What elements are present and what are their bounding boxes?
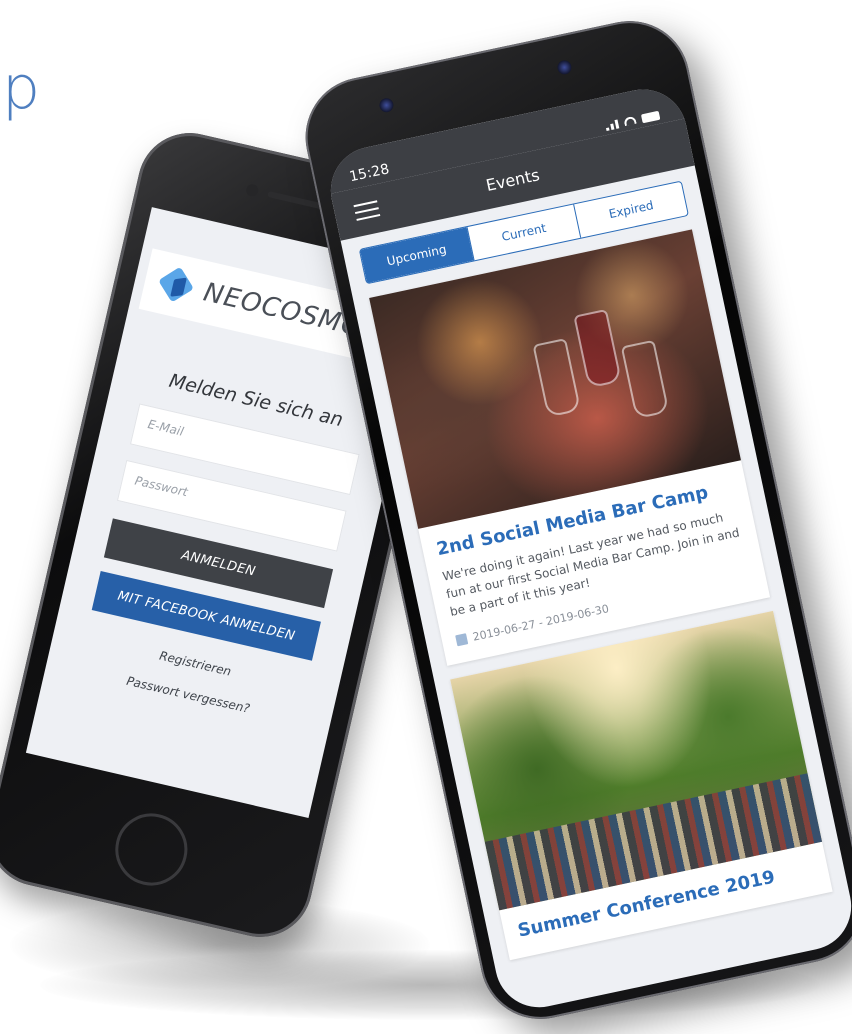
camera-lens-icon <box>378 96 395 114</box>
battery-icon <box>640 110 661 123</box>
nav-title: Events <box>484 164 542 195</box>
events-screen: 15:28 Events Upcoming Current Expired 2n… <box>322 81 852 1016</box>
home-button[interactable] <box>108 806 195 893</box>
event-card[interactable]: Summer Conference 2019 <box>450 610 833 961</box>
headline-fragment: p <box>2 53 41 123</box>
tab-expired[interactable]: Expired <box>573 181 688 238</box>
menu-icon[interactable] <box>353 200 381 221</box>
front-camera <box>245 183 260 198</box>
tab-current[interactable]: Current <box>466 204 581 261</box>
event-card[interactable]: 2nd Social Media Bar Camp We're doing it… <box>369 229 771 666</box>
wine-glass-shape <box>532 338 582 418</box>
wifi-icon <box>623 115 637 127</box>
tab-upcoming[interactable]: Upcoming <box>359 227 474 284</box>
neocosmo-logo-icon <box>155 264 198 307</box>
signal-icon <box>605 119 620 132</box>
calendar-icon <box>455 633 469 647</box>
wine-glass-shape <box>573 308 622 389</box>
camera-lens-icon <box>556 59 573 76</box>
wine-glass-shape <box>620 339 670 420</box>
